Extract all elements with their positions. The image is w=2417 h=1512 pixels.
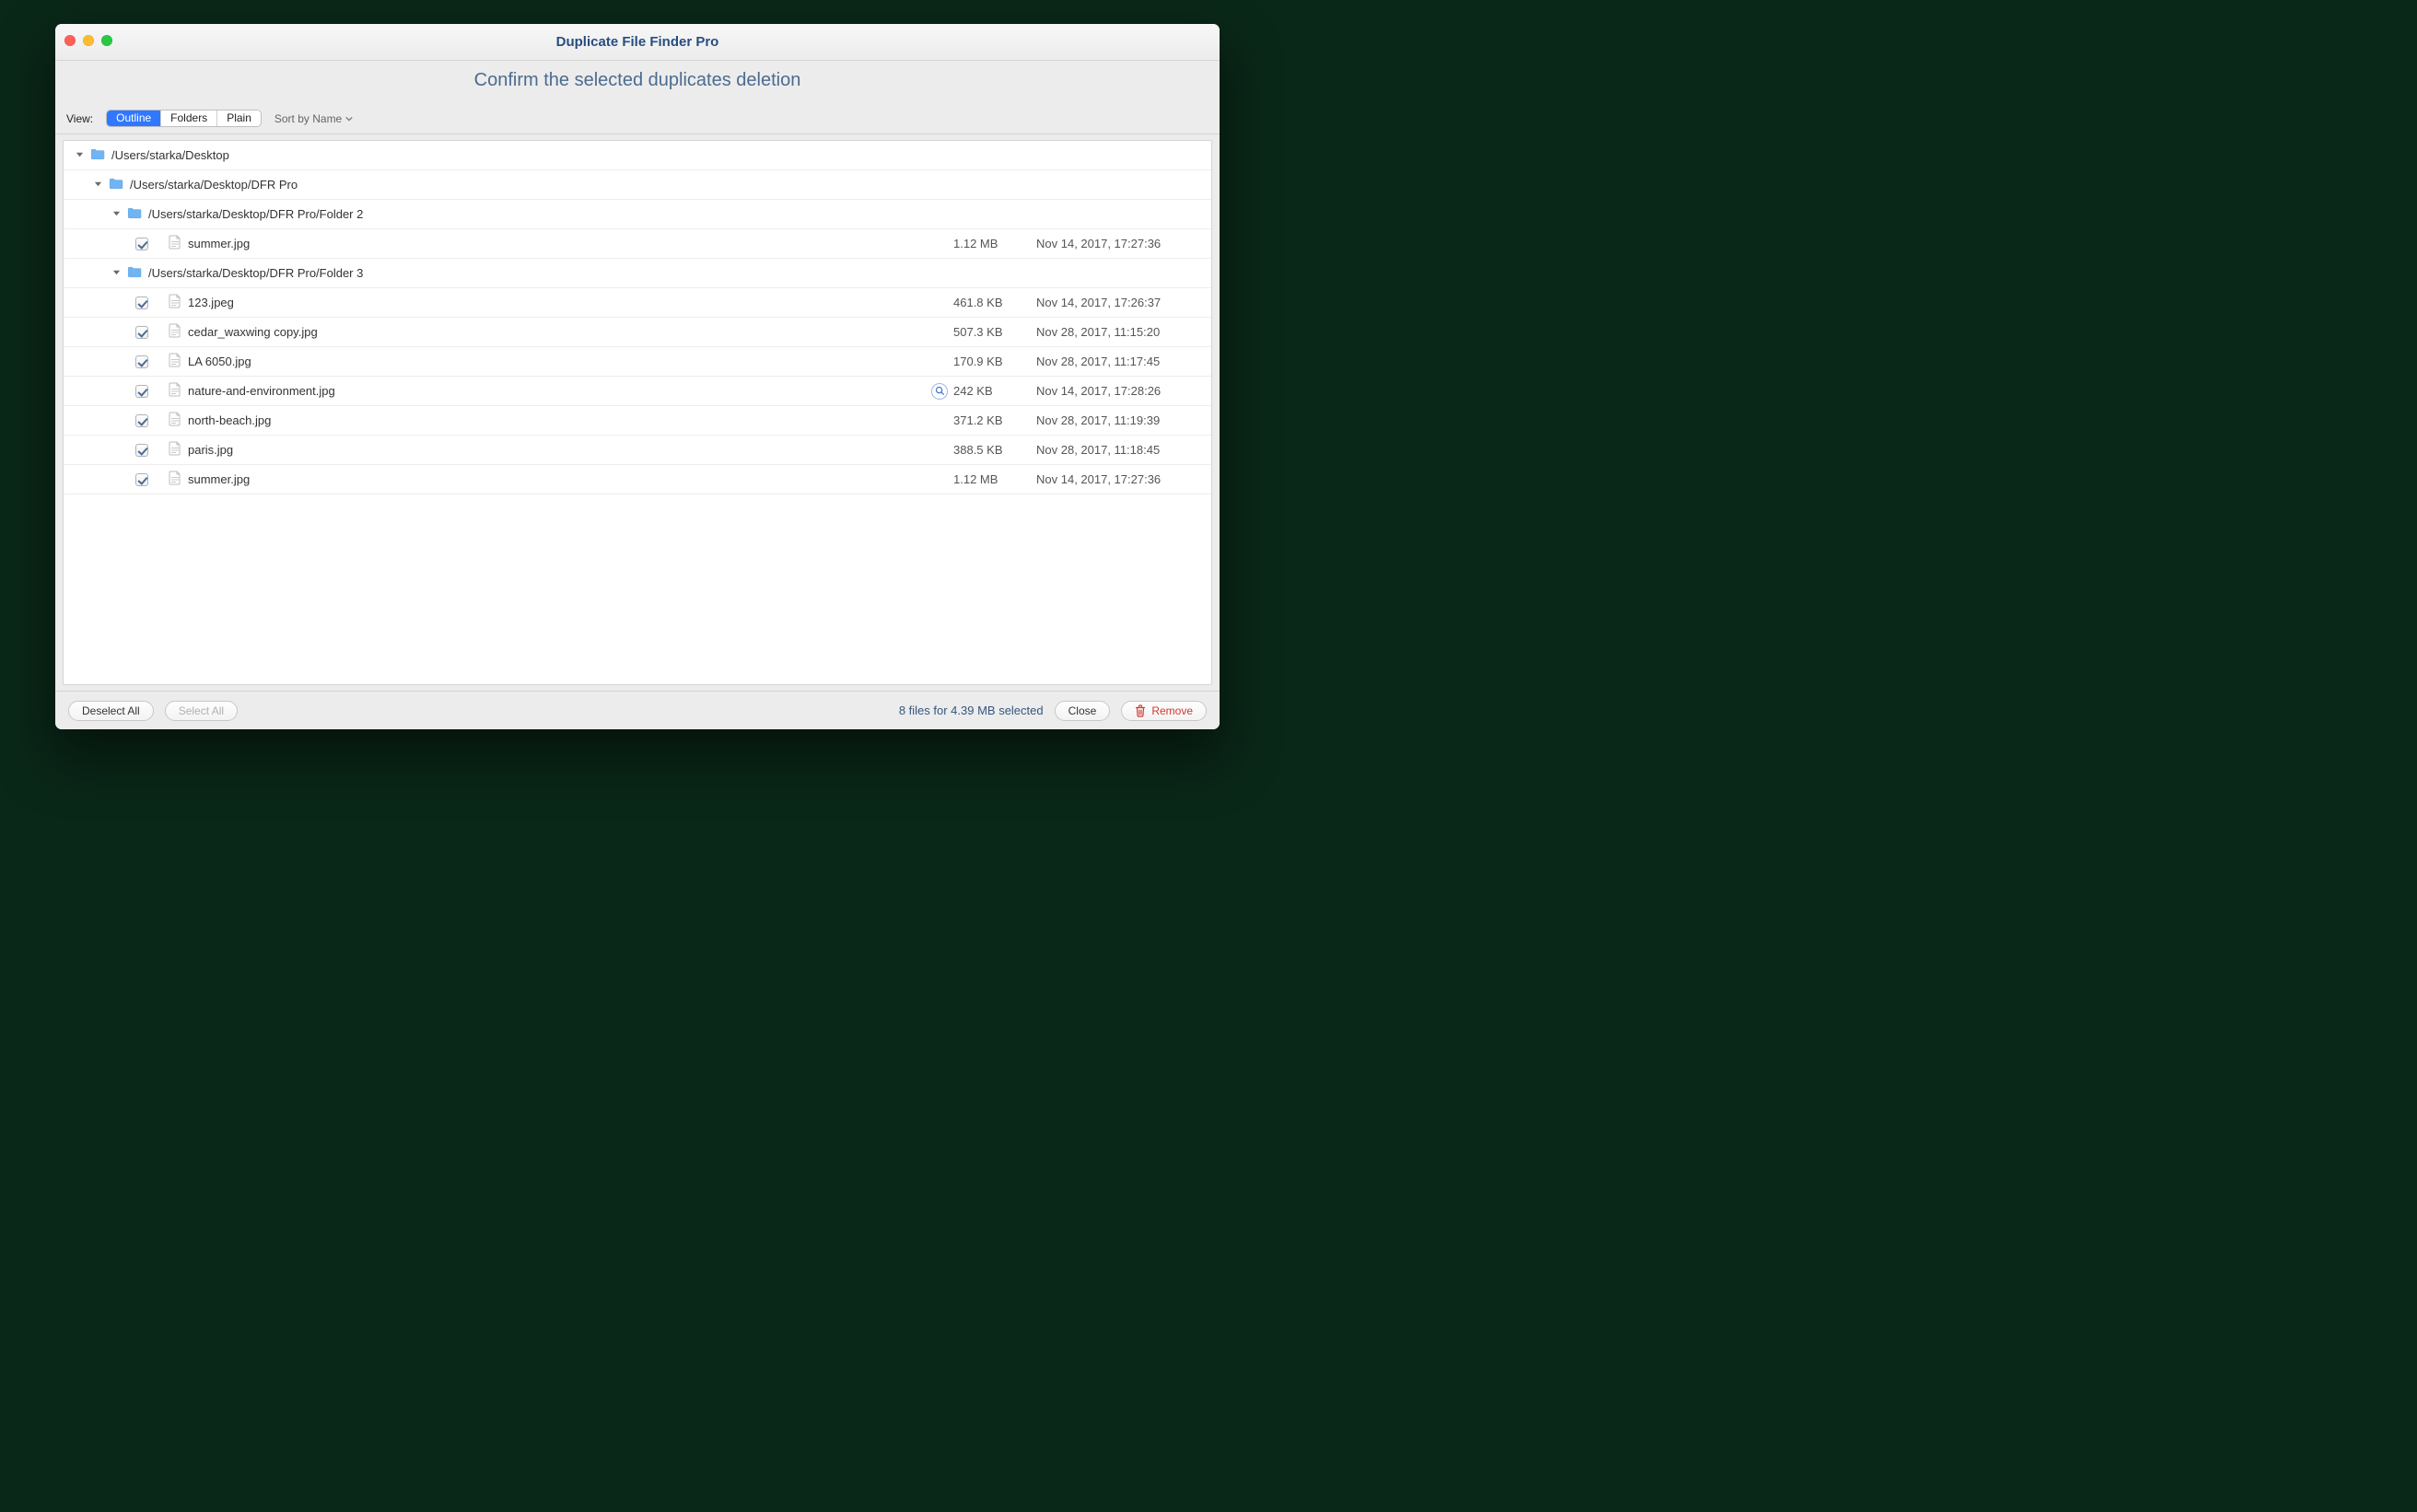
file-date: Nov 14, 2017, 17:26:37 — [1036, 296, 1211, 309]
file-name: 123.jpeg — [188, 296, 234, 309]
file-date: Nov 28, 2017, 11:19:39 — [1036, 413, 1211, 427]
folder-row[interactable]: /Users/starka/Desktop/DFR Pro/Folder 3 — [64, 259, 1211, 288]
close-window-icon[interactable] — [64, 35, 76, 46]
file-size: 242 KB — [953, 384, 1036, 398]
window-title: Duplicate File Finder Pro — [556, 34, 719, 50]
trash-icon — [1135, 704, 1146, 717]
select-all-button[interactable]: Select All — [165, 701, 238, 721]
folder-row[interactable]: /Users/starka/Desktop — [64, 141, 1211, 170]
folder-row[interactable]: /Users/starka/Desktop/DFR Pro — [64, 170, 1211, 200]
file-size: 1.12 MB — [953, 237, 1036, 250]
file-name: north-beach.jpg — [188, 413, 271, 427]
file-checkbox[interactable] — [135, 414, 148, 427]
folder-path: /Users/starka/Desktop/DFR Pro/Folder 3 — [148, 266, 363, 280]
sort-label: Sort by Name — [274, 112, 342, 125]
folder-path: /Users/starka/Desktop — [111, 148, 229, 162]
file-checkbox[interactable] — [135, 297, 148, 309]
file-checkbox[interactable] — [135, 444, 148, 457]
footer: Deselect All Select All 8 files for 4.39… — [55, 691, 1220, 729]
image-file-icon — [169, 382, 181, 400]
file-date: Nov 14, 2017, 17:28:26 — [1036, 384, 1211, 398]
disclosure-triangle-icon[interactable] — [75, 151, 84, 160]
file-date: Nov 14, 2017, 17:27:36 — [1036, 237, 1211, 250]
subheader: Confirm the selected duplicates deletion… — [55, 61, 1220, 134]
page-subtitle: Confirm the selected duplicates deletion — [55, 70, 1220, 91]
deselect-all-button[interactable]: Deselect All — [68, 701, 154, 721]
image-file-icon — [169, 294, 181, 311]
file-date: Nov 14, 2017, 17:27:36 — [1036, 472, 1211, 486]
file-size: 1.12 MB — [953, 472, 1036, 486]
view-tab-folders[interactable]: Folders — [161, 110, 217, 126]
zoom-window-icon[interactable] — [101, 35, 112, 46]
file-date: Nov 28, 2017, 11:18:45 — [1036, 443, 1211, 457]
folder-icon — [109, 178, 123, 192]
file-row[interactable]: LA 6050.jpg 170.9 KBNov 28, 2017, 11:17:4… — [64, 347, 1211, 377]
file-name: cedar_waxwing copy.jpg — [188, 325, 318, 339]
file-row[interactable]: summer.jpg 1.12 MBNov 14, 2017, 17:27:36 — [64, 229, 1211, 259]
file-date: Nov 28, 2017, 11:15:20 — [1036, 325, 1211, 339]
image-file-icon — [169, 353, 181, 370]
file-checkbox[interactable] — [135, 326, 148, 339]
folder-row[interactable]: /Users/starka/Desktop/DFR Pro/Folder 2 — [64, 200, 1211, 229]
view-tab-plain[interactable]: Plain — [217, 110, 261, 126]
image-file-icon — [169, 441, 181, 459]
file-name: paris.jpg — [188, 443, 233, 457]
disclosure-triangle-icon[interactable] — [93, 180, 102, 190]
view-tab-outline[interactable]: Outline — [107, 110, 161, 126]
file-tree[interactable]: /Users/starka/Desktop/Users/starka/Deskt… — [63, 140, 1212, 685]
folder-path: /Users/starka/Desktop/DFR Pro — [130, 178, 298, 192]
image-file-icon — [169, 471, 181, 488]
window-controls — [64, 35, 112, 46]
chevron-down-icon — [345, 115, 353, 122]
file-row[interactable]: summer.jpg 1.12 MBNov 14, 2017, 17:27:36 — [64, 465, 1211, 494]
file-size: 371.2 KB — [953, 413, 1036, 427]
folder-icon — [90, 148, 105, 163]
file-checkbox[interactable] — [135, 355, 148, 368]
file-row[interactable]: nature-and-environment.jpg 242 KBNov 14, … — [64, 377, 1211, 406]
folder-icon — [127, 207, 142, 222]
file-checkbox[interactable] — [135, 385, 148, 398]
file-date: Nov 28, 2017, 11:17:45 — [1036, 355, 1211, 368]
quicklook-button[interactable] — [931, 383, 948, 400]
file-name: LA 6050.jpg — [188, 355, 251, 368]
file-name: nature-and-environment.jpg — [188, 384, 335, 398]
image-file-icon — [169, 323, 181, 341]
titlebar: Duplicate File Finder Pro — [55, 24, 1220, 61]
minimize-window-icon[interactable] — [83, 35, 94, 46]
file-checkbox[interactable] — [135, 238, 148, 250]
disclosure-triangle-icon[interactable] — [111, 269, 121, 278]
file-row[interactable]: paris.jpg 388.5 KBNov 28, 2017, 11:18:45 — [64, 436, 1211, 465]
folder-path: /Users/starka/Desktop/DFR Pro/Folder 2 — [148, 207, 363, 221]
file-row[interactable]: north-beach.jpg 371.2 KBNov 28, 2017, 11:… — [64, 406, 1211, 436]
file-name: summer.jpg — [188, 237, 250, 250]
image-file-icon — [169, 412, 181, 429]
file-row[interactable]: 123.jpeg 461.8 KBNov 14, 2017, 17:26:37 — [64, 288, 1211, 318]
folder-icon — [127, 266, 142, 281]
image-file-icon — [169, 235, 181, 252]
remove-label: Remove — [1151, 704, 1193, 717]
disclosure-triangle-icon[interactable] — [111, 210, 121, 219]
file-size: 461.8 KB — [953, 296, 1036, 309]
file-size: 388.5 KB — [953, 443, 1036, 457]
selection-status: 8 files for 4.39 MB selected — [899, 704, 1044, 717]
sort-menu[interactable]: Sort by Name — [274, 112, 353, 125]
close-button[interactable]: Close — [1055, 701, 1111, 721]
file-checkbox[interactable] — [135, 473, 148, 486]
view-label: View: — [66, 112, 93, 125]
remove-button[interactable]: Remove — [1121, 701, 1207, 721]
file-size: 507.3 KB — [953, 325, 1036, 339]
file-row[interactable]: cedar_waxwing copy.jpg 507.3 KBNov 28, 20… — [64, 318, 1211, 347]
file-size: 170.9 KB — [953, 355, 1036, 368]
view-segmented-control: Outline Folders Plain — [106, 110, 262, 127]
app-window: Duplicate File Finder Pro Confirm the se… — [55, 24, 1220, 729]
file-name: summer.jpg — [188, 472, 250, 486]
